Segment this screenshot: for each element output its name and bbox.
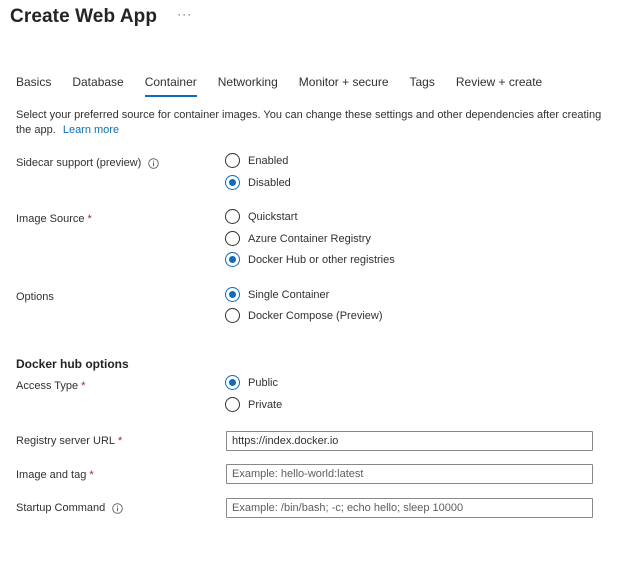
radio-label: Single Container — [248, 288, 330, 301]
sidecar-support-label: Sidecar support (preview) — [16, 157, 160, 169]
radio-label: Private — [248, 398, 283, 411]
registry-server-url-label-text: Registry server URL — [16, 435, 116, 447]
tab-container[interactable]: Container — [144, 75, 197, 97]
radio-selected-dot — [229, 256, 236, 263]
required-marker: * — [81, 380, 86, 392]
docker-compose-radio[interactable]: Docker Compose (Preview) — [225, 308, 382, 323]
public-radio[interactable]: Public — [225, 375, 278, 390]
radio-button[interactable] — [225, 397, 240, 412]
access-type-label: Access Type * — [16, 380, 85, 392]
radio-selected-dot — [229, 291, 236, 298]
image-and-tag-input[interactable] — [226, 464, 593, 484]
sidecar-support-label-text: Sidecar support (preview) — [16, 157, 142, 169]
radio-selected-dot — [229, 379, 236, 386]
tab-review-create[interactable]: Review + create — [456, 75, 542, 97]
tab-bar: Basics Database Container Networking Mon… — [16, 75, 563, 97]
learn-more-link[interactable]: Learn more — [63, 124, 119, 136]
radio-button[interactable] — [225, 308, 240, 323]
tab-monitor-secure[interactable]: Monitor + secure — [299, 75, 389, 97]
sidecar-enabled-radio[interactable]: Enabled — [225, 153, 288, 168]
radio-button[interactable] — [225, 375, 240, 390]
docker-hub-radio[interactable]: Docker Hub or other registries — [225, 252, 395, 267]
startup-command-label-text: Startup Command — [16, 502, 106, 514]
azure-container-registry-radio[interactable]: Azure Container Registry — [225, 231, 371, 246]
tab-basics[interactable]: Basics — [16, 75, 51, 97]
radio-label: Docker Hub or other registries — [248, 253, 395, 266]
radio-button[interactable] — [225, 209, 240, 224]
image-source-label: Image Source * — [16, 213, 92, 225]
options-label-text: Options — [16, 291, 54, 303]
radio-button[interactable] — [225, 153, 240, 168]
required-marker: * — [87, 213, 92, 225]
radio-button[interactable] — [225, 231, 240, 246]
radio-selected-dot — [229, 179, 236, 186]
sidecar-disabled-radio[interactable]: Disabled — [225, 175, 291, 190]
radio-button[interactable] — [225, 287, 240, 302]
registry-server-url-label: Registry server URL * — [16, 435, 122, 447]
tab-tags[interactable]: Tags — [410, 75, 435, 97]
required-marker: * — [89, 469, 94, 481]
image-source-label-text: Image Source — [16, 213, 85, 225]
page-title: Create Web App — [10, 6, 158, 27]
private-radio[interactable]: Private — [225, 397, 282, 412]
access-type-label-text: Access Type — [16, 380, 79, 392]
radio-label: Disabled — [248, 176, 291, 189]
radio-button[interactable] — [225, 252, 240, 267]
info-icon[interactable] — [112, 502, 124, 514]
startup-command-label: Startup Command — [16, 502, 124, 514]
radio-label: Enabled — [248, 154, 289, 167]
required-marker: * — [118, 435, 123, 447]
info-icon[interactable] — [148, 157, 160, 169]
docker-hub-options-heading: Docker hub options — [16, 357, 129, 371]
title-row: Create Web App ··· — [10, 6, 192, 28]
startup-command-input[interactable] — [226, 498, 593, 518]
radio-label: Azure Container Registry — [248, 232, 371, 245]
options-label: Options — [16, 291, 54, 303]
tab-database[interactable]: Database — [72, 75, 123, 97]
radio-label: Public — [248, 376, 278, 389]
radio-button[interactable] — [225, 175, 240, 190]
more-options-button[interactable]: ··· — [177, 7, 192, 21]
radio-label: Docker Compose (Preview) — [248, 309, 383, 322]
registry-server-url-input[interactable] — [226, 431, 593, 451]
radio-label: Quickstart — [248, 210, 298, 223]
image-and-tag-label: Image and tag * — [16, 469, 94, 481]
quickstart-radio[interactable]: Quickstart — [225, 209, 298, 224]
tab-networking[interactable]: Networking — [218, 75, 278, 97]
single-container-radio[interactable]: Single Container — [225, 287, 329, 302]
intro-text: Select your preferred source for contain… — [16, 108, 606, 138]
image-and-tag-label-text: Image and tag — [16, 469, 87, 481]
